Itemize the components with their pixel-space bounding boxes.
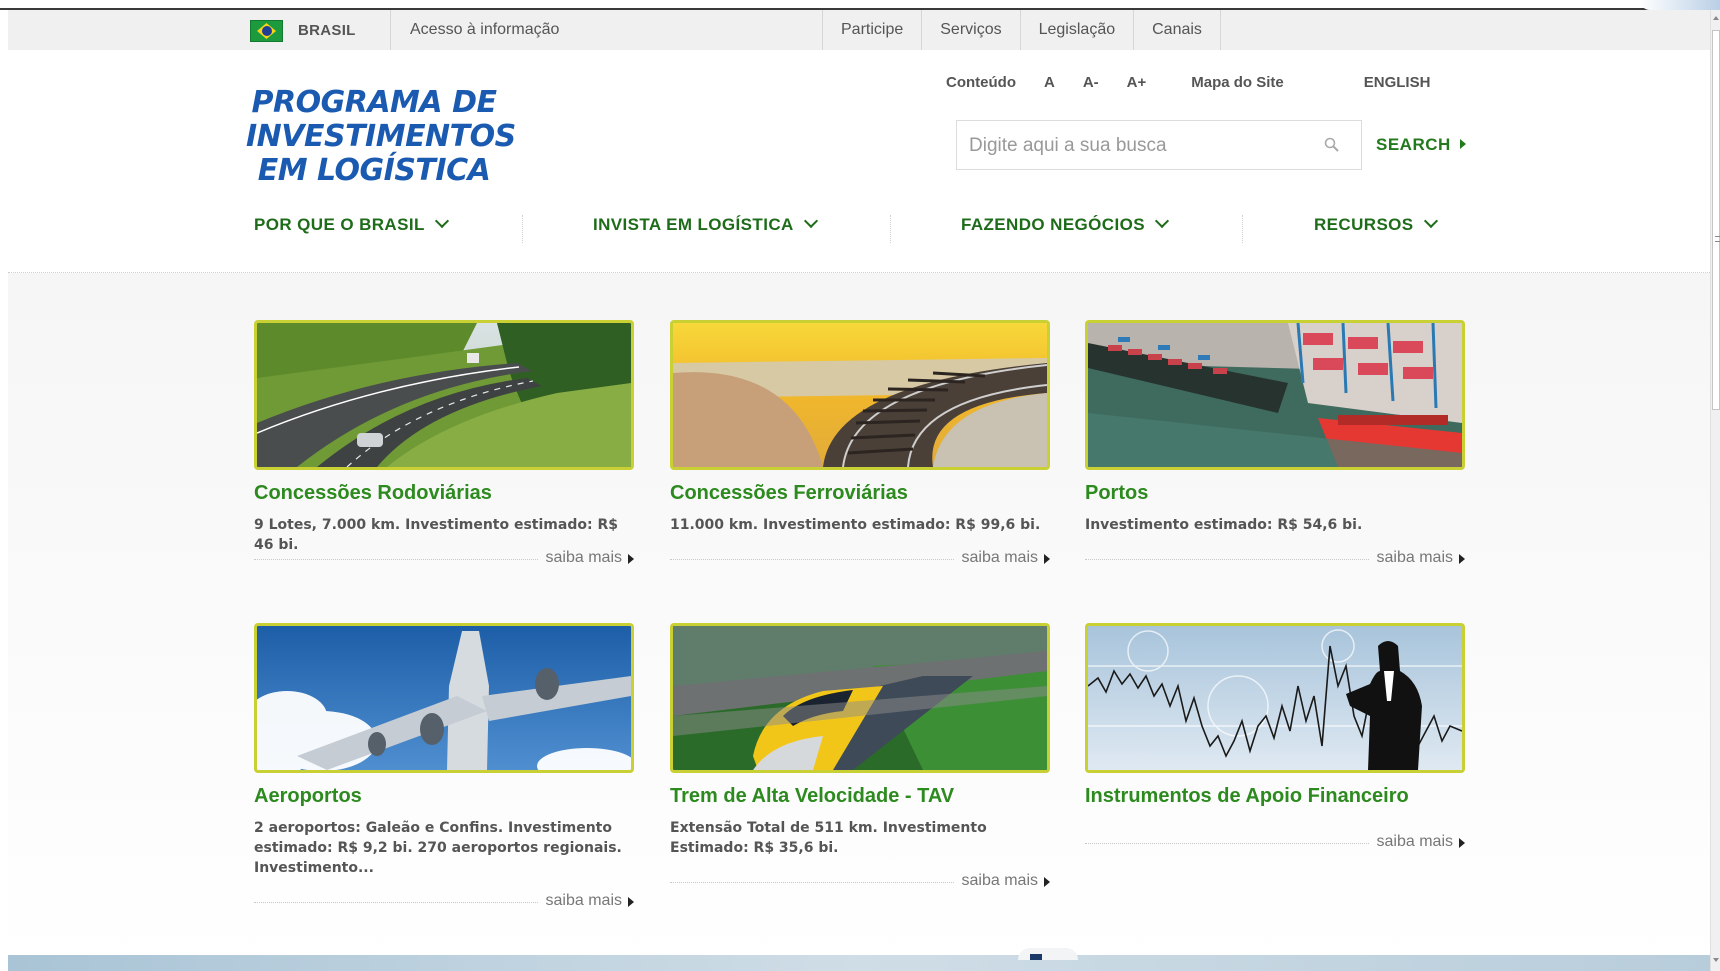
nav-label: POR QUE O BRASIL bbox=[254, 215, 425, 234]
highway-photo[interactable] bbox=[254, 320, 634, 470]
arrow-right-icon bbox=[1459, 838, 1465, 848]
saiba-mais-link[interactable]: saiba mais bbox=[670, 872, 1050, 892]
search-button-label: SEARCH bbox=[1376, 135, 1451, 154]
card-ferroviarias: Concessões Ferroviárias 11.000 km. Inves… bbox=[670, 320, 1050, 566]
card-title[interactable]: Aeroportos bbox=[254, 785, 634, 808]
nav-label: RECURSOS bbox=[1314, 215, 1414, 234]
search-input[interactable] bbox=[969, 133, 1299, 159]
chevron-down-icon bbox=[803, 213, 818, 229]
saiba-mais-link[interactable]: saiba mais bbox=[1085, 549, 1465, 569]
saiba-mais-label: saiba mais bbox=[1376, 833, 1453, 850]
chevron-down-icon bbox=[434, 213, 449, 229]
chevron-down-icon bbox=[1154, 213, 1170, 229]
chevron-down-icon bbox=[1423, 213, 1438, 229]
arrow-right-icon bbox=[1044, 877, 1050, 887]
finance-photo[interactable] bbox=[1085, 623, 1465, 773]
brazil-flag-icon[interactable] bbox=[250, 20, 283, 42]
window-corner-decoration bbox=[1640, 0, 1720, 10]
saiba-mais-label: saiba mais bbox=[1376, 549, 1453, 566]
card-title[interactable]: Concessões Rodoviárias bbox=[254, 482, 634, 505]
card-rodoviarias: Concessões Rodoviárias 9 Lotes, 7.000 km… bbox=[254, 320, 634, 566]
gov-link-servicos[interactable]: Serviços bbox=[921, 10, 1019, 50]
train-photo[interactable] bbox=[670, 623, 1050, 773]
nav-divider bbox=[890, 215, 891, 243]
card-description: Extensão Total de 511 km. Investimento E… bbox=[670, 820, 987, 856]
nav-invista-em-logistica[interactable]: INVISTA EM LOGÍSTICA bbox=[593, 213, 818, 235]
logo-line-1: PROGRAMA DE bbox=[251, 85, 497, 120]
card-description: 2 aeroportos: Galeão e Confins. Investim… bbox=[254, 820, 622, 876]
nav-label: INVISTA EM LOGÍSTICA bbox=[593, 215, 794, 234]
card-title[interactable]: Instrumentos de Apoio Financeiro bbox=[1085, 785, 1465, 808]
brasil-link[interactable]: BRASIL bbox=[298, 22, 356, 39]
saiba-mais-link[interactable]: saiba mais bbox=[1085, 833, 1465, 853]
content-link[interactable]: Conteúdo bbox=[946, 74, 1016, 91]
font-larger-button[interactable]: A+ bbox=[1127, 74, 1147, 91]
search-button[interactable]: SEARCH bbox=[1376, 135, 1466, 155]
card-description: Investimento estimado: R$ 54,6 bi. bbox=[1085, 517, 1363, 533]
sitemap-link[interactable]: Mapa do Site bbox=[1191, 74, 1284, 91]
gov-link-legislacao[interactable]: Legislação bbox=[1019, 10, 1134, 50]
nav-divider bbox=[522, 215, 523, 243]
card-apoio-financeiro: Instrumentos de Apoio Financeiro saiba m… bbox=[1085, 623, 1465, 850]
nav-por-que-o-brasil[interactable]: POR QUE O BRASIL bbox=[254, 213, 449, 235]
scroll-up-icon[interactable] bbox=[1712, 12, 1720, 24]
content-area: Concessões Rodoviárias 9 Lotes, 7.000 km… bbox=[8, 273, 1710, 971]
saiba-mais-label: saiba mais bbox=[961, 872, 1038, 889]
nav-divider bbox=[1242, 215, 1243, 243]
site-header: PROGRAMA DE INVESTIMENTOS EM LOGÍSTICA C… bbox=[8, 50, 1710, 270]
scrollbar-thumb[interactable] bbox=[1712, 30, 1720, 410]
saiba-mais-link[interactable]: saiba mais bbox=[254, 892, 634, 912]
logo-line-2: INVESTIMENTOS bbox=[246, 119, 516, 154]
card-tav: Trem de Alta Velocidade - TAV Extensão T… bbox=[670, 623, 1050, 889]
card-portos: Portos Investimento estimado: R$ 54,6 bi… bbox=[1085, 320, 1465, 566]
saiba-mais-label: saiba mais bbox=[545, 892, 622, 909]
card-aeroportos: Aeroportos 2 aeroportos: Galeão e Confin… bbox=[254, 623, 634, 909]
railway-photo[interactable] bbox=[670, 320, 1050, 470]
accessibility-bar: Conteúdo A A- A+ Mapa do Site ENGLISH bbox=[946, 74, 1430, 91]
scroll-down-icon[interactable] bbox=[1712, 953, 1720, 967]
saiba-mais-link[interactable]: saiba mais bbox=[254, 549, 634, 569]
arrow-right-icon bbox=[628, 554, 634, 564]
footer-plane-tail bbox=[1030, 954, 1042, 960]
gov-links: Participe Serviços Legislação Canais bbox=[822, 10, 1221, 50]
arrow-right-icon bbox=[1459, 139, 1466, 149]
card-title[interactable]: Trem de Alta Velocidade - TAV bbox=[670, 785, 1050, 808]
footer-banner bbox=[8, 955, 1710, 971]
window-top-border bbox=[0, 0, 1720, 10]
nav-label: FAZENDO NEGÓCIOS bbox=[961, 215, 1145, 234]
site-logo[interactable]: PROGRAMA DE INVESTIMENTOS EM LOGÍSTICA bbox=[246, 85, 516, 188]
gov-link-canais[interactable]: Canais bbox=[1133, 10, 1221, 50]
arrow-right-icon bbox=[1459, 554, 1465, 564]
english-link[interactable]: ENGLISH bbox=[1364, 74, 1431, 91]
saiba-mais-label: saiba mais bbox=[961, 549, 1038, 566]
nav-recursos[interactable]: RECURSOS bbox=[1314, 213, 1438, 235]
vertical-scrollbar[interactable] bbox=[1710, 10, 1720, 971]
logo-line-3: EM LOGÍSTICA bbox=[257, 153, 491, 188]
gov-bar: BRASIL Acesso à informação Participe Ser… bbox=[8, 10, 1710, 50]
font-smaller-button[interactable]: A- bbox=[1083, 74, 1099, 91]
card-title[interactable]: Concessões Ferroviárias bbox=[670, 482, 1050, 505]
port-photo[interactable] bbox=[1085, 320, 1465, 470]
nav-fazendo-negocios[interactable]: FAZENDO NEGÓCIOS bbox=[961, 213, 1170, 235]
main-nav: POR QUE O BRASIL INVISTA EM LOGÍSTICA FA… bbox=[8, 213, 1710, 251]
font-normal-button[interactable]: A bbox=[1044, 74, 1055, 91]
arrow-right-icon bbox=[628, 897, 634, 907]
footer-plane-image bbox=[1018, 948, 1078, 960]
card-title[interactable]: Portos bbox=[1085, 482, 1465, 505]
card-description: 11.000 km. Investimento estimado: R$ 99,… bbox=[670, 517, 1041, 533]
page: BRASIL Acesso à informação Participe Ser… bbox=[8, 10, 1710, 971]
arrow-right-icon bbox=[1044, 554, 1050, 564]
airplane-photo[interactable] bbox=[254, 623, 634, 773]
saiba-mais-link[interactable]: saiba mais bbox=[670, 549, 1050, 569]
gov-link-participe[interactable]: Participe bbox=[822, 10, 921, 50]
saiba-mais-label: saiba mais bbox=[545, 549, 622, 566]
access-info-link[interactable]: Acesso à informação bbox=[410, 21, 559, 39]
search-icon[interactable] bbox=[1323, 136, 1341, 154]
search-box bbox=[956, 120, 1362, 170]
